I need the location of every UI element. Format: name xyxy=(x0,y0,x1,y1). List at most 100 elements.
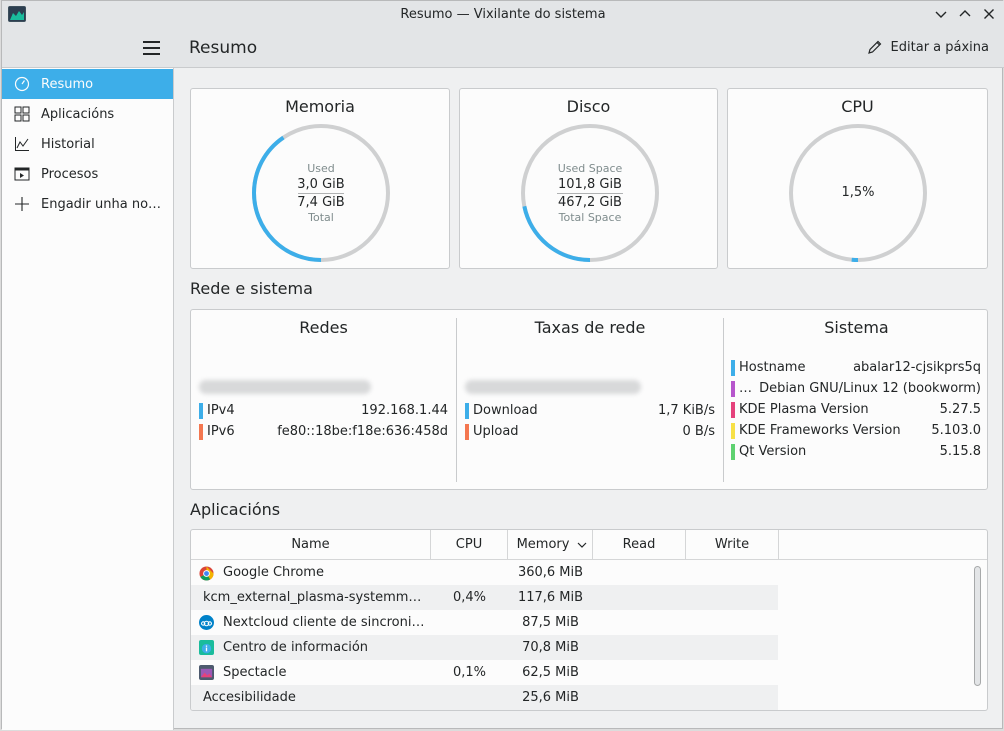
scrollbar-thumb[interactable] xyxy=(974,566,981,686)
memory-used-value: 3,0 GiB xyxy=(297,177,345,192)
blurred-interface-name xyxy=(199,380,371,394)
rate-row-download: Download 1,7 KiB/s xyxy=(465,403,715,419)
edit-page-label: Editar a páxina xyxy=(890,39,989,55)
column-header-name[interactable]: Name xyxy=(191,530,431,560)
applications-table: Name CPU Memory Read Write Google Chrome… xyxy=(190,529,988,711)
chrome-icon xyxy=(199,565,214,581)
sidebar-item-resumo[interactable]: Resumo xyxy=(2,69,173,99)
disk-card: Disco Used Space 101,8 GiB 467,2 GiB Tot… xyxy=(459,88,718,269)
app-window: Resumo — Vixilante do sistema Resumo Apl… xyxy=(1,0,1004,730)
speedometer-icon xyxy=(13,75,31,93)
network-row-ipv6: IPv6 fe80::18be:f18e:636:458d xyxy=(199,424,448,440)
table-row[interactable]: Centro de información 70,8 MiB xyxy=(191,635,778,660)
main-content: Memoria Used 3,0 GiB 7,4 GiB Total Disco… xyxy=(174,68,1004,730)
rates-title: Taxas de rede xyxy=(534,318,646,337)
app-memory: 62,5 MiB xyxy=(522,665,579,680)
sidebar-item-label: Resumo xyxy=(41,76,94,92)
memory-card: Memoria Used 3,0 GiB 7,4 GiB Total xyxy=(190,88,450,269)
close-button[interactable] xyxy=(981,6,997,22)
network-section-title: Rede e sistema xyxy=(190,279,313,298)
app-memory: 87,5 MiB xyxy=(522,615,579,630)
window-title: Resumo — Vixilante do sistema xyxy=(400,7,606,22)
disk-gauge: Used Space 101,8 GiB 467,2 GiB Total Spa… xyxy=(520,123,660,263)
disk-used-label: Used Space xyxy=(557,162,623,175)
cpu-card: CPU 1,5% xyxy=(727,88,988,269)
memory-total-label: Total xyxy=(308,211,334,224)
title-bar[interactable]: Resumo — Vixilante do sistema xyxy=(2,1,1004,29)
sidebar-item-label: Procesos xyxy=(41,166,99,182)
table-row[interactable]: Spectacle 0,1% 62,5 MiB xyxy=(191,660,778,685)
app-name: Nextcloud cliente de sincroni… xyxy=(223,615,425,630)
system-row-plasma: KDE Plasma Version 5.27.5 xyxy=(731,402,981,418)
sidebar-item-label: Engadir unha no… xyxy=(41,196,162,212)
memory-gauge: Used 3,0 GiB 7,4 GiB Total xyxy=(251,123,391,263)
sidebar-item-procesos[interactable]: Procesos xyxy=(2,159,173,189)
table-row[interactable]: Accesibilidade 25,6 MiB xyxy=(191,685,778,710)
disk-used-value: 101,8 GiB xyxy=(558,177,622,192)
hamburger-menu-icon[interactable] xyxy=(143,41,160,55)
system-row-hostname: Hostname abalar12-cjsikprs5q xyxy=(731,360,981,376)
column-header-read[interactable]: Read xyxy=(593,530,686,560)
grid-icon xyxy=(13,105,31,123)
rate-row-upload: Upload 0 B/s xyxy=(465,424,715,440)
sidebar-item-historial[interactable]: Historial xyxy=(2,129,173,159)
cpu-value: 1,5% xyxy=(841,185,875,200)
memory-total-value: 7,4 GiB xyxy=(297,195,345,210)
chart-icon xyxy=(13,135,31,153)
minimize-button[interactable] xyxy=(933,6,949,22)
column-header-write[interactable]: Write xyxy=(686,530,779,560)
spectacle-icon xyxy=(199,665,214,680)
app-name: Spectacle xyxy=(223,665,287,680)
system-row-frameworks: KDE Frameworks Version 5.103.0 xyxy=(731,423,981,439)
column-header-cpu[interactable]: CPU xyxy=(431,530,508,560)
system-row-os: … Debian GNU/Linux 12 (bookworm) xyxy=(731,381,981,397)
app-cpu: 0,1% xyxy=(452,665,487,680)
plus-icon xyxy=(13,195,31,213)
edit-page-button[interactable]: Editar a páxina xyxy=(867,39,989,55)
system-row-qt: Qt Version 5.15.8 xyxy=(731,444,981,460)
app-name: Centro de información xyxy=(223,640,369,655)
sidebar: Resumo Aplicacións Historial Procesos En… xyxy=(2,68,174,730)
process-icon xyxy=(13,165,31,183)
memory-title: Memoria xyxy=(285,97,355,116)
page-header: Resumo Editar a páxina xyxy=(174,29,1004,68)
system-title: Sistema xyxy=(824,318,889,337)
sidebar-header xyxy=(2,29,174,68)
sort-descending-icon xyxy=(577,542,587,548)
maximize-button[interactable] xyxy=(957,6,973,22)
table-header: Name CPU Memory Read Write xyxy=(191,530,987,560)
blurred-interface-name xyxy=(465,380,641,394)
table-row[interactable]: kcm_external_plasma-systemm… 0,4% 117,6 … xyxy=(191,585,778,610)
app-name: kcm_external_plasma-systemm… xyxy=(203,590,422,605)
sidebar-item-label: Historial xyxy=(41,136,95,152)
cpu-title: CPU xyxy=(841,97,874,116)
app-memory: 25,6 MiB xyxy=(522,690,579,705)
app-cpu: 0,4% xyxy=(452,590,487,605)
sidebar-item-label: Aplicacións xyxy=(41,106,115,122)
column-header-memory[interactable]: Memory xyxy=(508,530,593,560)
applications-section-title: Aplicacións xyxy=(190,500,281,519)
disk-title: Disco xyxy=(566,97,611,116)
app-memory: 360,6 MiB xyxy=(517,565,584,580)
app-name: Accesibilidade xyxy=(203,690,296,705)
networks-column: Redes IPv4 192.168.1.44 IPv6 fe80::18be:… xyxy=(191,310,456,491)
app-memory: 117,6 MiB xyxy=(517,590,584,605)
disk-total-value: 467,2 GiB xyxy=(558,195,622,210)
cpu-gauge: 1,5% xyxy=(788,123,928,263)
rates-column: Taxas de rede Download 1,7 KiB/s Upload … xyxy=(457,310,723,491)
network-system-card: Redes IPv4 192.168.1.44 IPv6 fe80::18be:… xyxy=(190,309,988,490)
network-row-ipv4: IPv4 192.168.1.44 xyxy=(199,403,448,419)
app-name: Google Chrome xyxy=(223,565,324,580)
disk-total-label: Total Space xyxy=(558,211,622,224)
pencil-icon xyxy=(867,40,881,54)
nextcloud-icon xyxy=(199,615,214,630)
app-memory: 70,8 MiB xyxy=(522,640,579,655)
table-row[interactable]: Nextcloud cliente de sincroni… 87,5 MiB xyxy=(191,610,778,635)
system-column: Sistema Hostname abalar12-cjsikprs5q … D… xyxy=(724,310,989,491)
sidebar-item-aplicacions[interactable]: Aplicacións xyxy=(2,99,173,129)
sidebar-item-add-page[interactable]: Engadir unha no… xyxy=(2,189,173,219)
table-scrollbar[interactable] xyxy=(967,560,987,710)
table-row[interactable]: Google Chrome 360,6 MiB xyxy=(191,560,778,585)
page-title: Resumo xyxy=(189,38,258,58)
networks-title: Redes xyxy=(299,318,348,337)
